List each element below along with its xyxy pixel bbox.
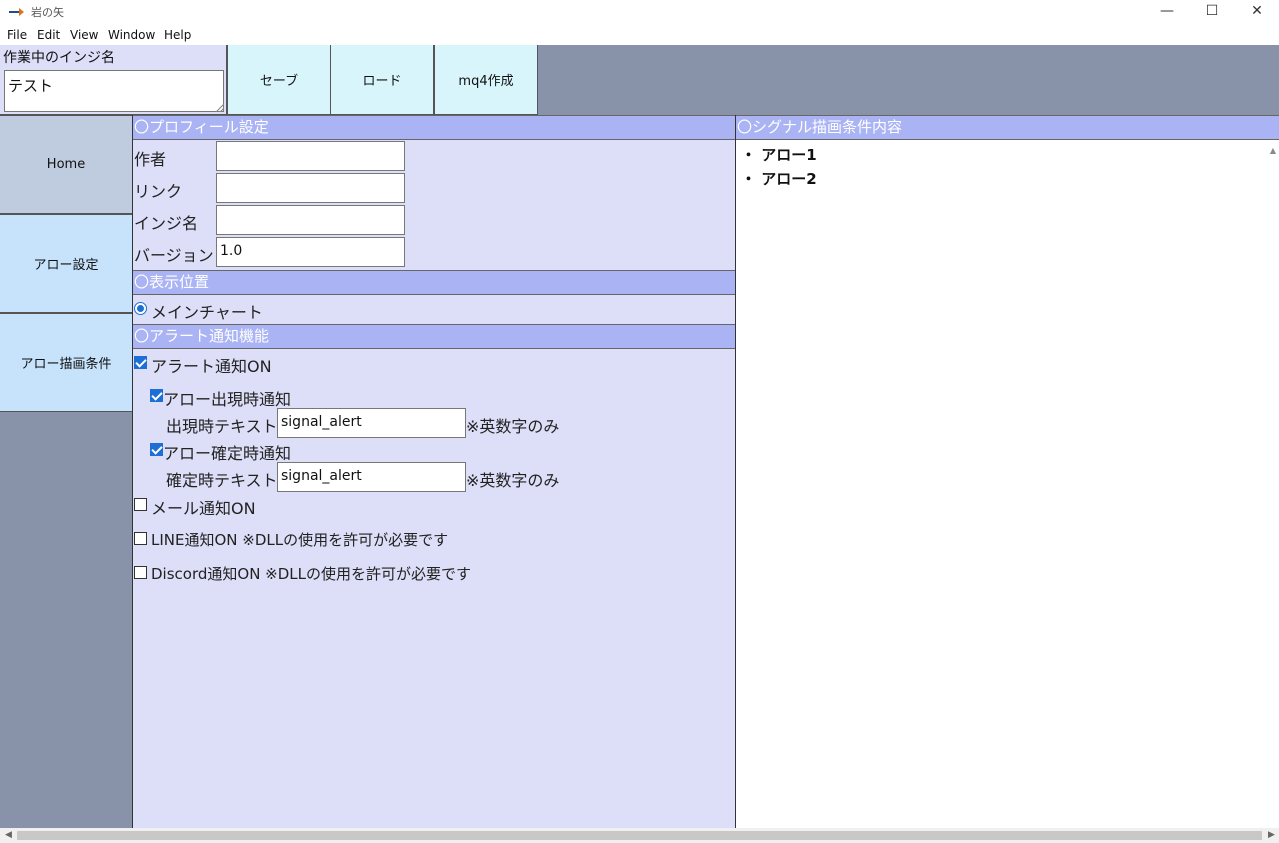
alert-on-checkbox[interactable] (134, 356, 147, 369)
signal-panel: 〇シグナル描画条件内容 ・ アロー1 ・ アロー2 ▲ (736, 115, 1279, 828)
horizontal-scroll-thumb[interactable] (17, 831, 1262, 840)
vertical-scrollbar[interactable] (1265, 140, 1279, 828)
signal-item-arrow-2: ・ アロー2 (741, 170, 817, 188)
scroll-up-icon[interactable]: ▲ (1270, 146, 1276, 155)
version-input[interactable]: 1.0 (216, 237, 405, 267)
arrow-appear-checkbox[interactable] (150, 389, 163, 402)
line-label: LINE通知ON ※DLLの使用を許可が必要です (151, 531, 449, 549)
scroll-right-icon[interactable]: ▶ (1268, 830, 1275, 840)
settings-panel: 〇プロフィール設定 作者 リンク インジ名 バージョン 1.0 〇表示位置 メイ… (133, 115, 736, 828)
current-inji-panel: 作業中のインジ名 テスト (0, 45, 227, 115)
inji-name-input[interactable] (216, 205, 405, 235)
sidebar: Home アロー設定 アロー描画条件 (0, 115, 133, 828)
author-label: 作者 (134, 150, 167, 169)
menu-help[interactable]: Help (164, 28, 191, 42)
signal-section-heading: 〇シグナル描画条件内容 (736, 115, 1279, 140)
maximize-button[interactable]: ☐ (1189, 0, 1235, 22)
menu-file[interactable]: File (7, 28, 27, 42)
scroll-left-icon[interactable]: ◀ (5, 830, 12, 840)
sidebar-item-arrow-draw-conditions[interactable]: アロー描画条件 (0, 313, 132, 412)
line-checkbox[interactable] (134, 532, 147, 545)
mail-label: メール通知ON (151, 499, 256, 518)
alert-on-label: アラート通知ON (151, 357, 272, 376)
load-button[interactable]: ロード (330, 45, 434, 115)
confirm-text-label: 確定時テキスト (166, 471, 278, 490)
save-button[interactable]: セーブ (227, 45, 331, 115)
minimize-button[interactable]: — (1144, 0, 1190, 22)
menu-window[interactable]: Window (108, 28, 155, 42)
window-title: 岩の矢 (31, 6, 64, 19)
appear-text-input[interactable]: signal_alert (277, 408, 466, 438)
current-inji-textarea[interactable]: テスト (4, 70, 224, 112)
mq4-create-button[interactable]: mq4作成 (434, 45, 538, 115)
signal-item-arrow-1: ・ アロー1 (741, 146, 817, 164)
profile-section-heading: 〇プロフィール設定 (133, 115, 735, 140)
display-section-heading: 〇表示位置 (133, 270, 735, 295)
link-input[interactable] (216, 173, 405, 203)
title-bar: 岩の矢 — ☐ ✕ (0, 0, 1279, 25)
arrow-confirm-checkbox[interactable] (150, 443, 163, 456)
mail-checkbox[interactable] (134, 498, 147, 511)
author-input[interactable] (216, 141, 405, 171)
alert-section-heading: 〇アラート通知機能 (133, 324, 735, 349)
arrow-appear-label: アロー出現時通知 (163, 390, 292, 409)
arrow-confirm-label: アロー確定時通知 (163, 444, 292, 463)
main-chart-label: メインチャート (151, 303, 263, 322)
arrow-logo-icon (9, 8, 24, 16)
version-label: バージョン (134, 246, 214, 265)
sidebar-item-home[interactable]: Home (0, 115, 132, 214)
menu-edit[interactable]: Edit (37, 28, 60, 42)
appear-note: ※英数字のみ (466, 417, 560, 436)
resize-grip-icon[interactable] (216, 104, 224, 112)
confirm-text-input[interactable]: signal_alert (277, 462, 466, 492)
confirm-note: ※英数字のみ (466, 471, 560, 490)
sidebar-item-arrow-settings[interactable]: アロー設定 (0, 214, 132, 313)
discord-label: Discord通知ON ※DLLの使用を許可が必要です (151, 565, 472, 583)
discord-checkbox[interactable] (134, 566, 147, 579)
menu-bar: File Edit View Window Help (0, 25, 1279, 45)
inji-name-label: インジ名 (134, 214, 199, 233)
main-chart-radio[interactable] (134, 302, 147, 315)
appear-text-label: 出現時テキスト (166, 417, 278, 436)
current-inji-label: 作業中のインジ名 (3, 50, 115, 66)
close-button[interactable]: ✕ (1234, 0, 1279, 22)
menu-view[interactable]: View (70, 28, 98, 42)
link-label: リンク (134, 182, 183, 201)
